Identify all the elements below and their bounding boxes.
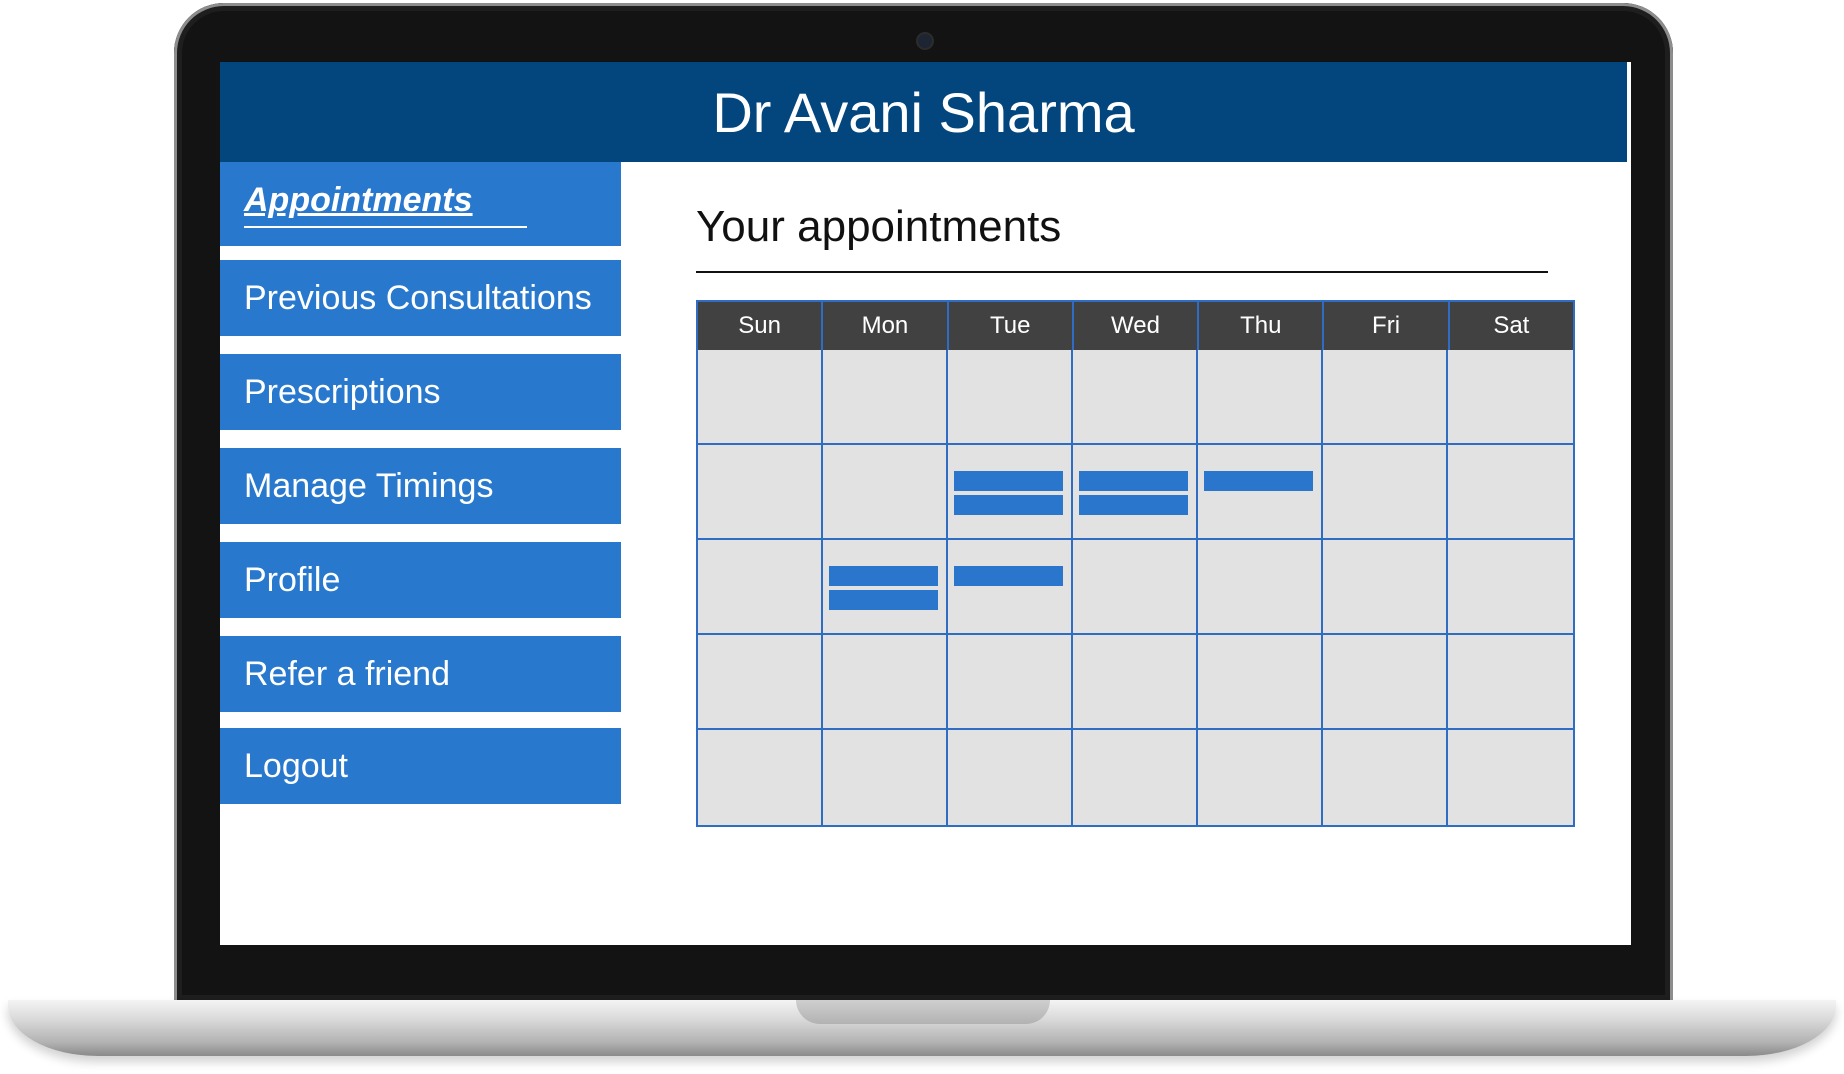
calendar-day-wed: Wed [1074, 302, 1200, 350]
appointment-bar[interactable] [1079, 495, 1188, 515]
calendar-cell[interactable] [823, 540, 948, 635]
calendar-cell[interactable] [1448, 730, 1573, 825]
calendar-day-mon: Mon [823, 302, 949, 350]
sidebar-item-prescriptions[interactable]: Prescriptions [220, 354, 621, 430]
page-title: Dr Avani Sharma [712, 80, 1135, 144]
calendar-day-sun: Sun [698, 302, 824, 350]
calendar-day-sat: Sat [1493, 312, 1530, 339]
calendar-cell[interactable] [948, 730, 1073, 825]
appointment-bar[interactable] [954, 566, 1063, 586]
sidebar-item-label: Refer a friend [244, 654, 450, 693]
appointments-calendar: Sun Mon Tue Wed Thu Fri Sat [696, 300, 1575, 827]
calendar-cell[interactable] [823, 445, 948, 540]
sidebar-item-label: Manage Timings [244, 466, 494, 505]
calendar-cell[interactable] [1323, 730, 1448, 825]
calendar-grid [698, 350, 1573, 825]
appointment-bar[interactable] [1079, 471, 1188, 491]
calendar-header: Sun Mon Tue Wed Thu Fri Sat [698, 302, 1573, 350]
calendar-cell[interactable] [1323, 540, 1448, 635]
calendar-cell[interactable] [698, 540, 823, 635]
calendar-cell[interactable] [823, 635, 948, 730]
appointment-bar[interactable] [1204, 471, 1313, 491]
calendar-cell[interactable] [698, 635, 823, 730]
calendar-cell[interactable] [698, 350, 823, 445]
sidebar-item-label: Profile [244, 560, 341, 599]
calendar-cell[interactable] [1448, 540, 1573, 635]
calendar-cell[interactable] [1073, 350, 1198, 445]
calendar-cell[interactable] [1448, 445, 1573, 540]
sidebar-item-refer-a-friend[interactable]: Refer a friend [220, 636, 621, 712]
sidebar-item-logout[interactable]: Logout [220, 728, 621, 804]
calendar-cell[interactable] [823, 350, 948, 445]
calendar-day-fri: Fri [1324, 302, 1450, 350]
appointment-bar[interactable] [954, 495, 1063, 515]
sidebar-item-label: Logout [244, 746, 348, 785]
sidebar-item-label: Previous Consultations [244, 278, 592, 317]
calendar-cell[interactable] [948, 540, 1073, 635]
calendar-cell[interactable] [1073, 730, 1198, 825]
appointment-bar[interactable] [829, 590, 938, 610]
webcam-icon [918, 34, 932, 48]
sidebar-item-profile[interactable]: Profile [220, 542, 621, 618]
calendar-cell[interactable] [1323, 350, 1448, 445]
calendar-cell[interactable] [1073, 445, 1198, 540]
calendar-cell[interactable] [1323, 445, 1448, 540]
calendar-cell[interactable] [1073, 635, 1198, 730]
calendar-cell[interactable] [948, 635, 1073, 730]
calendar-cell[interactable] [698, 730, 823, 825]
calendar-cell[interactable] [823, 730, 948, 825]
calendar-cell[interactable] [1323, 635, 1448, 730]
calendar-cell[interactable] [698, 445, 823, 540]
sidebar-item-label: Prescriptions [244, 372, 441, 411]
calendar-cell[interactable] [948, 445, 1073, 540]
calendar-cell[interactable] [1073, 540, 1198, 635]
sidebar-item-previous-consultations[interactable]: Previous Consultations [220, 260, 621, 336]
calendar-day-tue: Tue [949, 302, 1074, 350]
appointment-bar[interactable] [829, 566, 938, 586]
section-divider [696, 271, 1548, 273]
calendar-cell[interactable] [1198, 350, 1323, 445]
calendar-cell[interactable] [1198, 635, 1323, 730]
sidebar-item-label: Appointments [244, 181, 527, 228]
appointment-bar[interactable] [954, 471, 1063, 491]
calendar-day-thu: Thu [1199, 302, 1325, 350]
calendar-cell[interactable] [948, 350, 1073, 445]
section-title: Your appointments [696, 202, 1062, 251]
sidebar-item-manage-timings[interactable]: Manage Timings [220, 448, 621, 524]
calendar-cell[interactable] [1198, 540, 1323, 635]
app-header: Dr Avani Sharma [220, 62, 1627, 162]
laptop-base-notch [796, 1000, 1050, 1024]
sidebar-item-appointments[interactable]: Appointments [220, 162, 621, 246]
laptop-screen: Dr Avani Sharma Appointments Previous Co… [220, 62, 1631, 945]
calendar-cell[interactable] [1198, 445, 1323, 540]
calendar-cell[interactable] [1448, 635, 1573, 730]
calendar-cell[interactable] [1198, 730, 1323, 825]
calendar-cell[interactable] [1448, 350, 1573, 445]
